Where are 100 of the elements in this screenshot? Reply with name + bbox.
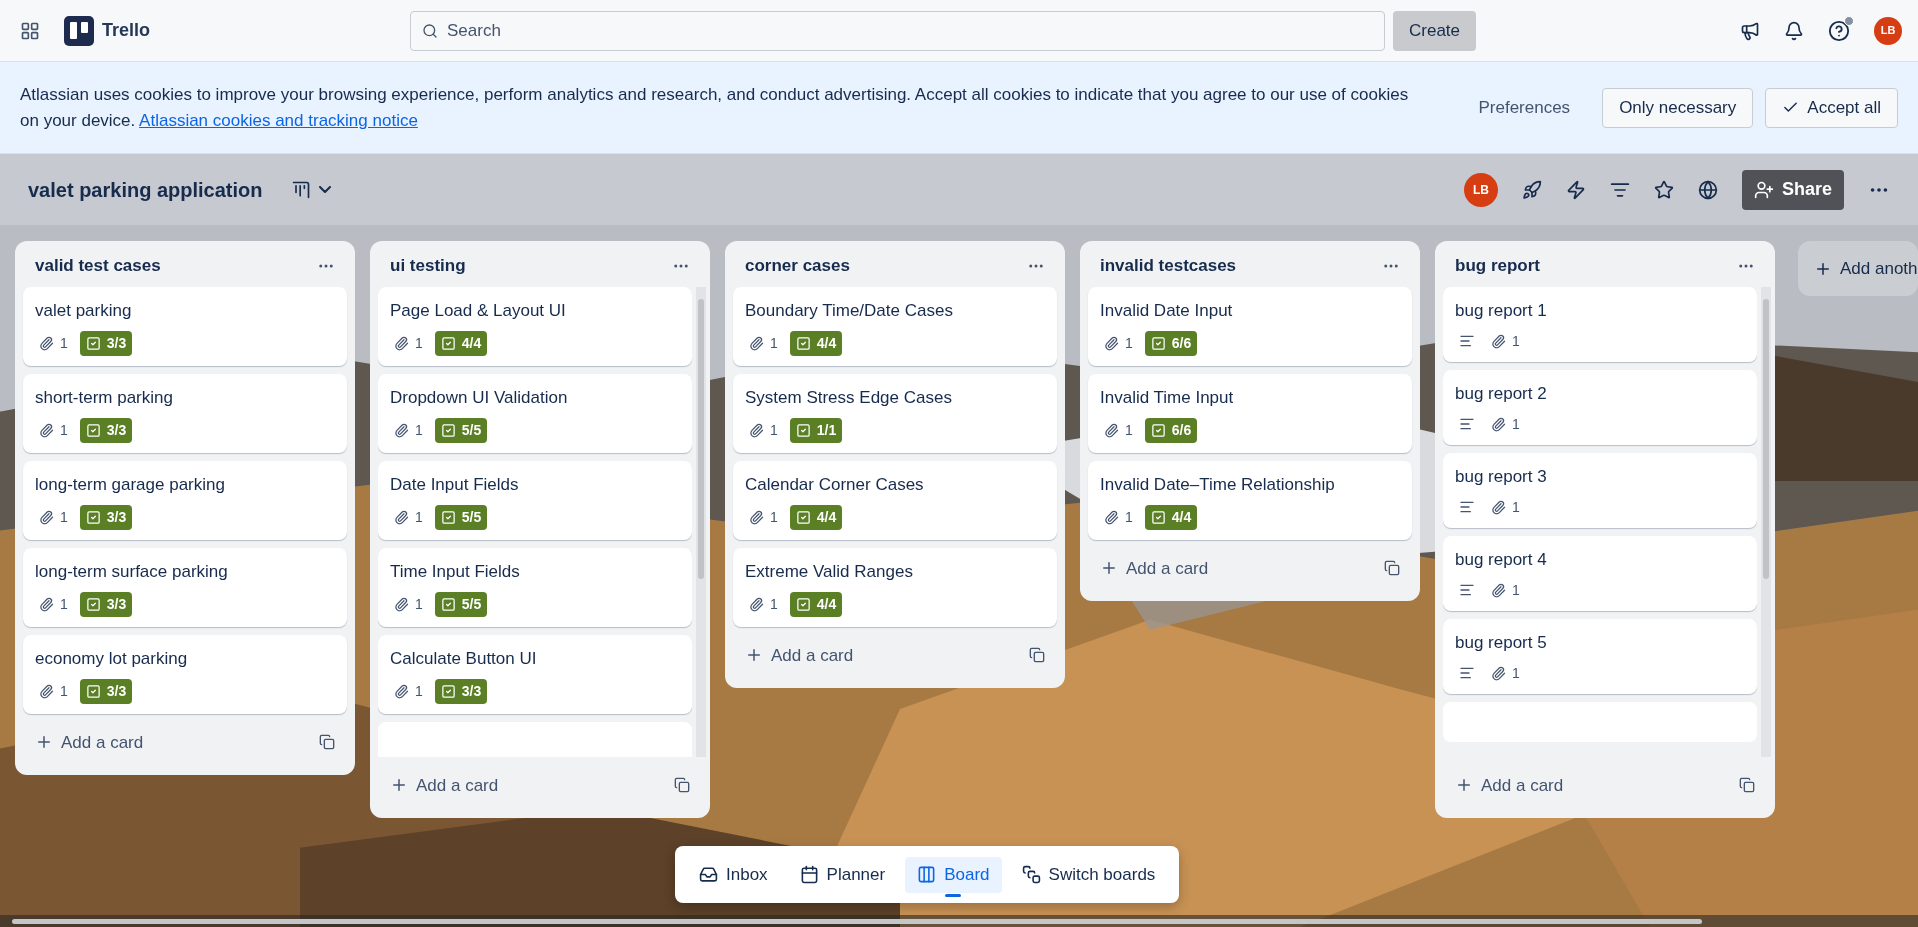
template-icon[interactable]	[1384, 560, 1400, 577]
attachment-count: 1	[390, 506, 427, 528]
horizontal-scrollbar[interactable]	[0, 915, 1918, 927]
globe-icon[interactable]	[1697, 179, 1718, 200]
template-icon[interactable]	[1739, 777, 1755, 794]
add-card-button[interactable]: Add a card	[737, 638, 862, 672]
paperclip-icon	[394, 335, 409, 351]
card[interactable]: Invalid Date–Time Relationship 1 4/4	[1088, 460, 1412, 540]
preferences-button[interactable]: Preferences	[1466, 86, 1583, 129]
checklist-badge: 3/3	[79, 504, 133, 530]
card-title: bug report 5	[1455, 631, 1548, 654]
paperclip-icon	[749, 422, 764, 438]
card[interactable]: Invalid Date Input 1 6/6	[1088, 286, 1412, 366]
paperclip-icon	[1104, 509, 1119, 525]
notification-icon[interactable]	[1784, 20, 1804, 41]
app-switcher-icon[interactable]	[20, 20, 40, 41]
card-title: long-term surface parking	[35, 560, 229, 583]
card[interactable]: Extreme Valid Ranges 1 4/4	[733, 547, 1057, 627]
attachment-count: 1	[1487, 330, 1524, 352]
checkbox-icon	[1150, 509, 1166, 525]
card-title: Extreme Valid Ranges	[745, 560, 914, 583]
paperclip-icon	[394, 509, 409, 525]
checklist-badge: 3/3	[79, 591, 133, 617]
scrollbar[interactable]	[696, 286, 706, 757]
checkbox-icon	[440, 422, 456, 438]
card[interactable]: Invalid Time Input 1 6/6	[1088, 373, 1412, 453]
attachment-count: 1	[745, 332, 782, 354]
paperclip-icon	[1104, 335, 1119, 351]
board-icon	[917, 865, 937, 884]
add-list-button[interactable]: Add anoth	[1798, 241, 1918, 296]
card[interactable]: Date Input Fields 1 5/5	[378, 460, 692, 540]
paperclip-icon	[1491, 665, 1506, 681]
card[interactable]: Calendar Corner Cases 1 4/4	[733, 460, 1057, 540]
share-button[interactable]: Share	[1741, 169, 1844, 210]
checklist-badge: 3/3	[434, 678, 488, 704]
lightning-icon[interactable]	[1565, 179, 1586, 200]
add-card-button[interactable]: Add a card	[1447, 768, 1572, 802]
card-title: Invalid Date–Time Relationship	[1100, 473, 1336, 496]
board-title[interactable]: valet parking application	[28, 174, 263, 205]
attachment-count: 1	[745, 506, 782, 528]
card[interactable]: economy lot parking 1 3/3	[23, 634, 347, 714]
checkbox-icon	[795, 596, 811, 612]
card[interactable]: Time Input Fields 1 5/5	[378, 547, 692, 627]
card[interactable]: bug report 3 1	[1443, 452, 1757, 528]
card[interactable]: Boundary Time/Date Cases 1 4/4	[733, 286, 1057, 366]
card[interactable]: valet parking 1 3/3	[23, 286, 347, 366]
paperclip-icon	[394, 422, 409, 438]
add-card-button[interactable]: Add a card	[1092, 551, 1217, 585]
card[interactable]: bug report 4 1	[1443, 535, 1757, 611]
scrollbar[interactable]	[1761, 286, 1771, 757]
search-field[interactable]: Search	[410, 10, 1385, 51]
add-card-button[interactable]: Add a card	[382, 768, 507, 802]
card[interactable]: Page Load & Layout UI 1 4/4	[378, 286, 692, 366]
card-title: System Stress Edge Cases	[745, 386, 953, 409]
trello-logo-icon[interactable]	[64, 15, 94, 46]
card[interactable]: bug report 2 1	[1443, 369, 1757, 445]
template-icon[interactable]	[319, 734, 335, 751]
card[interactable]: Dropdown UI Validation 1 5/5	[378, 373, 692, 453]
nav-tab[interactable]: Planner	[787, 856, 898, 893]
paperclip-icon	[394, 683, 409, 699]
add-card-button[interactable]: Add a card	[27, 725, 152, 759]
card[interactable]: long-term surface parking 1 3/3	[23, 547, 347, 627]
cookie-policy-link[interactable]: Atlassian cookies and tracking notice	[139, 110, 418, 130]
template-icon[interactable]	[674, 777, 690, 794]
megaphone-icon[interactable]	[1740, 20, 1760, 41]
create-button[interactable]: Create	[1393, 10, 1477, 51]
attachment-count: 1	[1100, 419, 1137, 441]
card-title: bug report 2	[1455, 382, 1548, 405]
checklist-badge: 6/6	[1144, 330, 1198, 356]
nav-tab[interactable]: Inbox	[687, 856, 780, 893]
help-icon[interactable]	[1828, 19, 1850, 42]
card[interactable]: long-term garage parking 1 3/3	[23, 460, 347, 540]
attachment-count: 1	[35, 680, 72, 702]
template-icon[interactable]	[1029, 647, 1045, 664]
calendar-icon	[799, 865, 819, 884]
card-title: Boundary Time/Date Cases	[745, 299, 954, 322]
card-title: Dropdown UI Validation	[390, 386, 569, 409]
description-icon	[1459, 499, 1475, 515]
paperclip-icon	[1491, 333, 1506, 349]
checkbox-icon	[85, 596, 101, 612]
rocket-icon[interactable]	[1521, 179, 1542, 200]
nav-tab[interactable]: Switch boards	[1009, 856, 1168, 893]
checklist-badge: 4/4	[434, 330, 488, 356]
card[interactable]: Calculate Button UI 1 3/3	[378, 634, 692, 714]
card-title: short-term parking	[35, 386, 174, 409]
card-title: Calculate Button UI	[390, 647, 538, 670]
accept-all-button[interactable]: Accept all	[1765, 87, 1898, 128]
card[interactable]: System Stress Edge Cases 1 1/1	[733, 373, 1057, 453]
view-switcher-button[interactable]	[290, 179, 331, 200]
attachment-count: 1	[1100, 332, 1137, 354]
chevron-down-icon	[318, 186, 331, 193]
paperclip-icon	[749, 509, 764, 525]
checkbox-icon	[1150, 422, 1166, 438]
only-necessary-button[interactable]: Only necessary	[1602, 87, 1754, 128]
star-icon[interactable]	[1653, 179, 1674, 200]
user-avatar[interactable]: LB	[1874, 16, 1902, 45]
card[interactable]: bug report 5 1	[1443, 618, 1757, 694]
card[interactable]: bug report 1 1	[1443, 286, 1757, 362]
card[interactable]: short-term parking 1 3/3	[23, 373, 347, 453]
paperclip-icon	[39, 335, 54, 351]
